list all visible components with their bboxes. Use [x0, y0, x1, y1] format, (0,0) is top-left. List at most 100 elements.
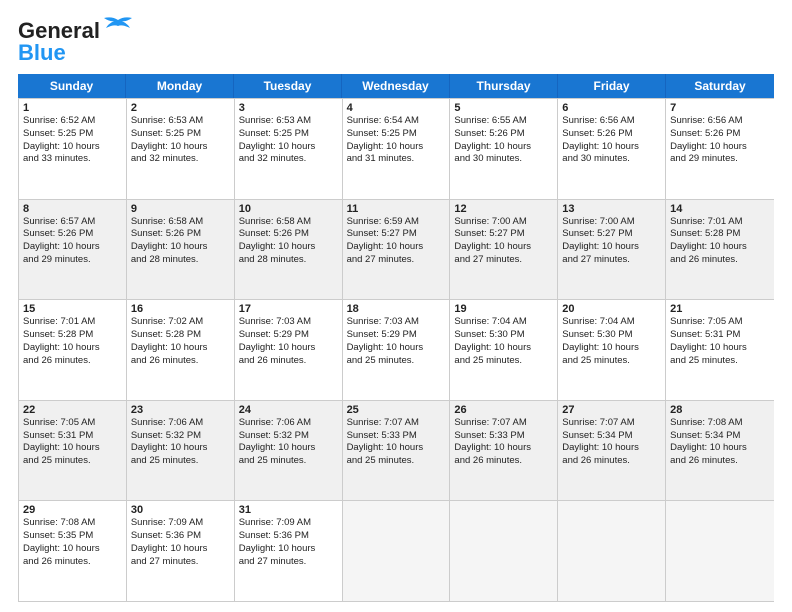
day-number: 9 [131, 203, 230, 215]
day-info: Sunrise: 7:01 AM Sunset: 5:28 PM Dayligh… [670, 216, 770, 267]
day-number: 24 [239, 404, 338, 416]
day-info: Sunrise: 6:54 AM Sunset: 5:25 PM Dayligh… [347, 115, 446, 166]
calendar-cell: 22Sunrise: 7:05 AM Sunset: 5:31 PM Dayli… [19, 401, 127, 501]
calendar-cell: 10Sunrise: 6:58 AM Sunset: 5:26 PM Dayli… [235, 200, 343, 300]
calendar-cell: 2Sunrise: 6:53 AM Sunset: 5:25 PM Daylig… [127, 99, 235, 199]
calendar-row-5: 29Sunrise: 7:08 AM Sunset: 5:35 PM Dayli… [19, 500, 774, 601]
day-number: 17 [239, 303, 338, 315]
calendar-cell: 26Sunrise: 7:07 AM Sunset: 5:33 PM Dayli… [450, 401, 558, 501]
day-number: 23 [131, 404, 230, 416]
day-number: 26 [454, 404, 553, 416]
header-cell-friday: Friday [558, 74, 666, 98]
day-number: 2 [131, 102, 230, 114]
day-number: 19 [454, 303, 553, 315]
day-info: Sunrise: 7:04 AM Sunset: 5:30 PM Dayligh… [454, 316, 553, 367]
calendar-cell: 27Sunrise: 7:07 AM Sunset: 5:34 PM Dayli… [558, 401, 666, 501]
header-cell-monday: Monday [126, 74, 234, 98]
calendar-cell: 19Sunrise: 7:04 AM Sunset: 5:30 PM Dayli… [450, 300, 558, 400]
day-number: 12 [454, 203, 553, 215]
calendar-row-4: 22Sunrise: 7:05 AM Sunset: 5:31 PM Dayli… [19, 400, 774, 501]
calendar-cell: 23Sunrise: 7:06 AM Sunset: 5:32 PM Dayli… [127, 401, 235, 501]
day-info: Sunrise: 7:09 AM Sunset: 5:36 PM Dayligh… [239, 517, 338, 568]
day-info: Sunrise: 6:57 AM Sunset: 5:26 PM Dayligh… [23, 216, 122, 267]
day-number: 11 [347, 203, 446, 215]
header-cell-sunday: Sunday [18, 74, 126, 98]
calendar-cell [343, 501, 451, 601]
calendar-cell: 6Sunrise: 6:56 AM Sunset: 5:26 PM Daylig… [558, 99, 666, 199]
calendar-cell: 9Sunrise: 6:58 AM Sunset: 5:26 PM Daylig… [127, 200, 235, 300]
day-info: Sunrise: 6:59 AM Sunset: 5:27 PM Dayligh… [347, 216, 446, 267]
calendar-cell: 31Sunrise: 7:09 AM Sunset: 5:36 PM Dayli… [235, 501, 343, 601]
calendar-cell [666, 501, 774, 601]
day-info: Sunrise: 7:05 AM Sunset: 5:31 PM Dayligh… [670, 316, 770, 367]
day-number: 29 [23, 504, 122, 516]
calendar-cell: 25Sunrise: 7:07 AM Sunset: 5:33 PM Dayli… [343, 401, 451, 501]
calendar-cell: 14Sunrise: 7:01 AM Sunset: 5:28 PM Dayli… [666, 200, 774, 300]
calendar-cell: 16Sunrise: 7:02 AM Sunset: 5:28 PM Dayli… [127, 300, 235, 400]
day-number: 18 [347, 303, 446, 315]
calendar-cell: 30Sunrise: 7:09 AM Sunset: 5:36 PM Dayli… [127, 501, 235, 601]
calendar-cell: 11Sunrise: 6:59 AM Sunset: 5:27 PM Dayli… [343, 200, 451, 300]
day-info: Sunrise: 6:58 AM Sunset: 5:26 PM Dayligh… [131, 216, 230, 267]
day-number: 15 [23, 303, 122, 315]
day-number: 4 [347, 102, 446, 114]
day-info: Sunrise: 7:07 AM Sunset: 5:34 PM Dayligh… [562, 417, 661, 468]
day-number: 30 [131, 504, 230, 516]
day-info: Sunrise: 6:52 AM Sunset: 5:25 PM Dayligh… [23, 115, 122, 166]
calendar-cell [450, 501, 558, 601]
calendar-cell: 17Sunrise: 7:03 AM Sunset: 5:29 PM Dayli… [235, 300, 343, 400]
calendar-row-2: 8Sunrise: 6:57 AM Sunset: 5:26 PM Daylig… [19, 199, 774, 300]
day-info: Sunrise: 7:08 AM Sunset: 5:35 PM Dayligh… [23, 517, 122, 568]
header-cell-tuesday: Tuesday [234, 74, 342, 98]
calendar-cell: 1Sunrise: 6:52 AM Sunset: 5:25 PM Daylig… [19, 99, 127, 199]
calendar-body: 1Sunrise: 6:52 AM Sunset: 5:25 PM Daylig… [18, 98, 774, 602]
page: General Blue SundayMondayTuesdayWednesda… [0, 0, 792, 612]
day-info: Sunrise: 7:00 AM Sunset: 5:27 PM Dayligh… [562, 216, 661, 267]
calendar-cell: 18Sunrise: 7:03 AM Sunset: 5:29 PM Dayli… [343, 300, 451, 400]
day-info: Sunrise: 7:07 AM Sunset: 5:33 PM Dayligh… [454, 417, 553, 468]
day-info: Sunrise: 7:09 AM Sunset: 5:36 PM Dayligh… [131, 517, 230, 568]
day-info: Sunrise: 7:00 AM Sunset: 5:27 PM Dayligh… [454, 216, 553, 267]
day-info: Sunrise: 6:56 AM Sunset: 5:26 PM Dayligh… [562, 115, 661, 166]
logo: General Blue [18, 18, 134, 66]
day-info: Sunrise: 7:06 AM Sunset: 5:32 PM Dayligh… [131, 417, 230, 468]
day-number: 21 [670, 303, 770, 315]
day-number: 27 [562, 404, 661, 416]
calendar-header: SundayMondayTuesdayWednesdayThursdayFrid… [18, 74, 774, 98]
day-info: Sunrise: 7:04 AM Sunset: 5:30 PM Dayligh… [562, 316, 661, 367]
day-info: Sunrise: 7:03 AM Sunset: 5:29 PM Dayligh… [239, 316, 338, 367]
day-info: Sunrise: 6:55 AM Sunset: 5:26 PM Dayligh… [454, 115, 553, 166]
day-info: Sunrise: 6:53 AM Sunset: 5:25 PM Dayligh… [239, 115, 338, 166]
day-number: 1 [23, 102, 122, 114]
header-cell-saturday: Saturday [666, 74, 774, 98]
day-info: Sunrise: 7:03 AM Sunset: 5:29 PM Dayligh… [347, 316, 446, 367]
header-cell-thursday: Thursday [450, 74, 558, 98]
calendar-cell: 12Sunrise: 7:00 AM Sunset: 5:27 PM Dayli… [450, 200, 558, 300]
header-cell-wednesday: Wednesday [342, 74, 450, 98]
day-info: Sunrise: 7:01 AM Sunset: 5:28 PM Dayligh… [23, 316, 122, 367]
day-info: Sunrise: 7:05 AM Sunset: 5:31 PM Dayligh… [23, 417, 122, 468]
calendar-cell: 28Sunrise: 7:08 AM Sunset: 5:34 PM Dayli… [666, 401, 774, 501]
day-number: 31 [239, 504, 338, 516]
logo-blue: Blue [18, 40, 66, 66]
calendar-cell: 13Sunrise: 7:00 AM Sunset: 5:27 PM Dayli… [558, 200, 666, 300]
calendar-cell: 3Sunrise: 6:53 AM Sunset: 5:25 PM Daylig… [235, 99, 343, 199]
day-info: Sunrise: 7:06 AM Sunset: 5:32 PM Dayligh… [239, 417, 338, 468]
day-number: 13 [562, 203, 661, 215]
day-number: 7 [670, 102, 770, 114]
day-info: Sunrise: 7:07 AM Sunset: 5:33 PM Dayligh… [347, 417, 446, 468]
day-number: 14 [670, 203, 770, 215]
day-info: Sunrise: 6:53 AM Sunset: 5:25 PM Dayligh… [131, 115, 230, 166]
day-number: 8 [23, 203, 122, 215]
calendar-cell: 20Sunrise: 7:04 AM Sunset: 5:30 PM Dayli… [558, 300, 666, 400]
day-number: 20 [562, 303, 661, 315]
calendar: SundayMondayTuesdayWednesdayThursdayFrid… [18, 74, 774, 602]
day-number: 3 [239, 102, 338, 114]
day-number: 6 [562, 102, 661, 114]
calendar-cell: 21Sunrise: 7:05 AM Sunset: 5:31 PM Dayli… [666, 300, 774, 400]
day-number: 5 [454, 102, 553, 114]
calendar-cell: 5Sunrise: 6:55 AM Sunset: 5:26 PM Daylig… [450, 99, 558, 199]
day-number: 10 [239, 203, 338, 215]
logo-bird-icon [102, 16, 134, 38]
calendar-row-3: 15Sunrise: 7:01 AM Sunset: 5:28 PM Dayli… [19, 299, 774, 400]
